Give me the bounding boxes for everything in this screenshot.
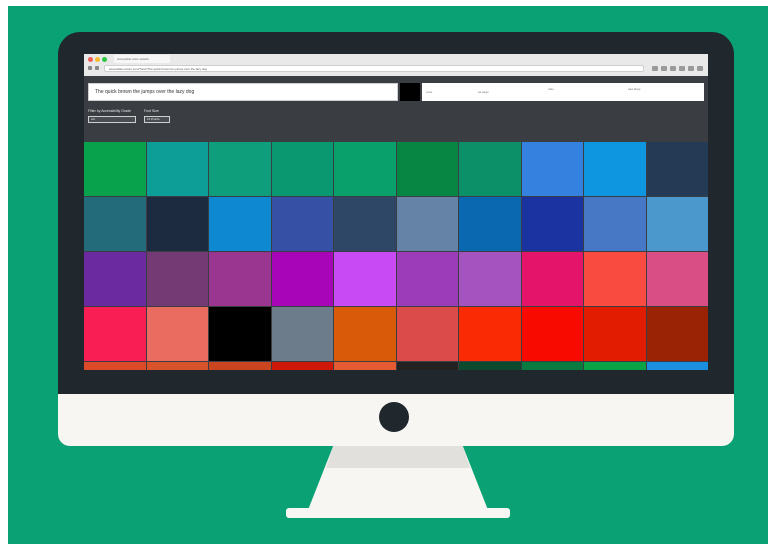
color-swatch[interactable] — [271, 142, 333, 196]
grade-info-label: aa large — [478, 90, 489, 94]
color-swatch[interactable] — [146, 307, 208, 361]
color-swatch[interactable] — [584, 307, 646, 361]
font-size-select[interactable]: 14 Points — [144, 116, 170, 123]
color-swatch[interactable] — [521, 362, 583, 370]
selected-color-preview[interactable] — [400, 83, 420, 101]
color-swatch[interactable] — [584, 197, 646, 251]
color-swatch[interactable] — [521, 197, 583, 251]
menu-icon[interactable] — [697, 66, 703, 71]
color-swatch[interactable] — [334, 307, 396, 361]
color-swatch[interactable] — [459, 307, 521, 361]
color-swatch[interactable] — [84, 307, 146, 361]
color-swatch[interactable] — [646, 197, 708, 251]
color-swatch-grid — [84, 142, 708, 370]
monitor-stand-shadow — [326, 446, 470, 468]
color-swatch[interactable] — [521, 252, 583, 306]
color-swatch[interactable] — [396, 252, 458, 306]
color-swatch[interactable] — [396, 307, 458, 361]
forward-icon[interactable] — [95, 66, 99, 70]
color-swatch[interactable] — [84, 252, 146, 306]
color-swatch[interactable] — [646, 252, 708, 306]
color-swatch[interactable] — [396, 142, 458, 196]
color-swatch[interactable] — [271, 197, 333, 251]
color-swatch[interactable] — [271, 362, 333, 370]
sample-text-input[interactable]: The quick brown the jumps over the lazy … — [88, 83, 398, 101]
maximize-window-icon[interactable] — [102, 57, 107, 62]
filter-label: Filter by Accessibility Grade — [88, 109, 131, 113]
color-swatch[interactable] — [334, 252, 396, 306]
color-swatch[interactable] — [521, 142, 583, 196]
color-swatch[interactable] — [146, 197, 208, 251]
address-bar[interactable]: accessible-colors.com/?text=The quick br… — [104, 65, 644, 72]
color-swatch[interactable] — [209, 142, 271, 196]
color-swatch[interactable] — [209, 252, 271, 306]
back-icon[interactable] — [88, 66, 92, 70]
extension-icon[interactable] — [670, 66, 676, 71]
color-swatch[interactable] — [584, 362, 646, 370]
color-swatch[interactable] — [334, 197, 396, 251]
color-info-panel: color aa large ratio aaa large — [422, 83, 704, 101]
color-swatch[interactable] — [396, 362, 458, 370]
browser-chrome: Accessible color swatch accessible-color… — [84, 54, 708, 77]
accessibility-grade-select[interactable]: AA — [88, 116, 136, 123]
color-swatch[interactable] — [146, 252, 208, 306]
color-swatch[interactable] — [459, 362, 521, 370]
color-swatch[interactable] — [646, 307, 708, 361]
extension-icon[interactable] — [661, 66, 667, 71]
monitor-screen: Accessible color swatch accessible-color… — [84, 54, 708, 370]
color-swatch[interactable] — [396, 197, 458, 251]
ratio-info-label: ratio — [548, 87, 554, 91]
color-swatch[interactable] — [584, 252, 646, 306]
extension-icon[interactable] — [679, 66, 685, 71]
color-swatch[interactable] — [146, 142, 208, 196]
color-swatch[interactable] — [459, 197, 521, 251]
color-swatch[interactable] — [209, 197, 271, 251]
color-swatch[interactable] — [146, 362, 208, 370]
monitor-logo-dot — [379, 402, 409, 432]
color-swatch[interactable] — [521, 307, 583, 361]
monitor-stand-foot — [286, 508, 510, 518]
color-swatch[interactable] — [84, 197, 146, 251]
extension-icon[interactable] — [688, 66, 694, 71]
color-swatch[interactable] — [84, 362, 146, 370]
browser-tab[interactable]: Accessible color swatch — [114, 55, 170, 63]
app-toolbar: The quick brown the jumps over the lazy … — [84, 76, 708, 142]
color-swatch[interactable] — [209, 362, 271, 370]
color-swatch[interactable] — [459, 252, 521, 306]
minimize-window-icon[interactable] — [95, 57, 100, 62]
close-window-icon[interactable] — [88, 57, 93, 62]
color-swatch[interactable] — [334, 362, 396, 370]
color-swatch[interactable] — [646, 362, 708, 370]
color-swatch[interactable] — [84, 142, 146, 196]
extension-icon[interactable] — [652, 66, 658, 71]
color-swatch[interactable] — [459, 142, 521, 196]
color-swatch[interactable] — [271, 307, 333, 361]
color-swatch[interactable] — [646, 142, 708, 196]
color-info-label: color — [426, 90, 433, 94]
color-swatch[interactable] — [584, 142, 646, 196]
illustration-background: Accessible color swatch accessible-color… — [8, 6, 768, 544]
font-size-label: Font Size — [144, 109, 159, 113]
grade-info-label-2: aaa large — [628, 87, 641, 91]
color-swatch[interactable] — [271, 252, 333, 306]
color-swatch[interactable] — [334, 142, 396, 196]
color-swatch[interactable] — [209, 307, 271, 361]
